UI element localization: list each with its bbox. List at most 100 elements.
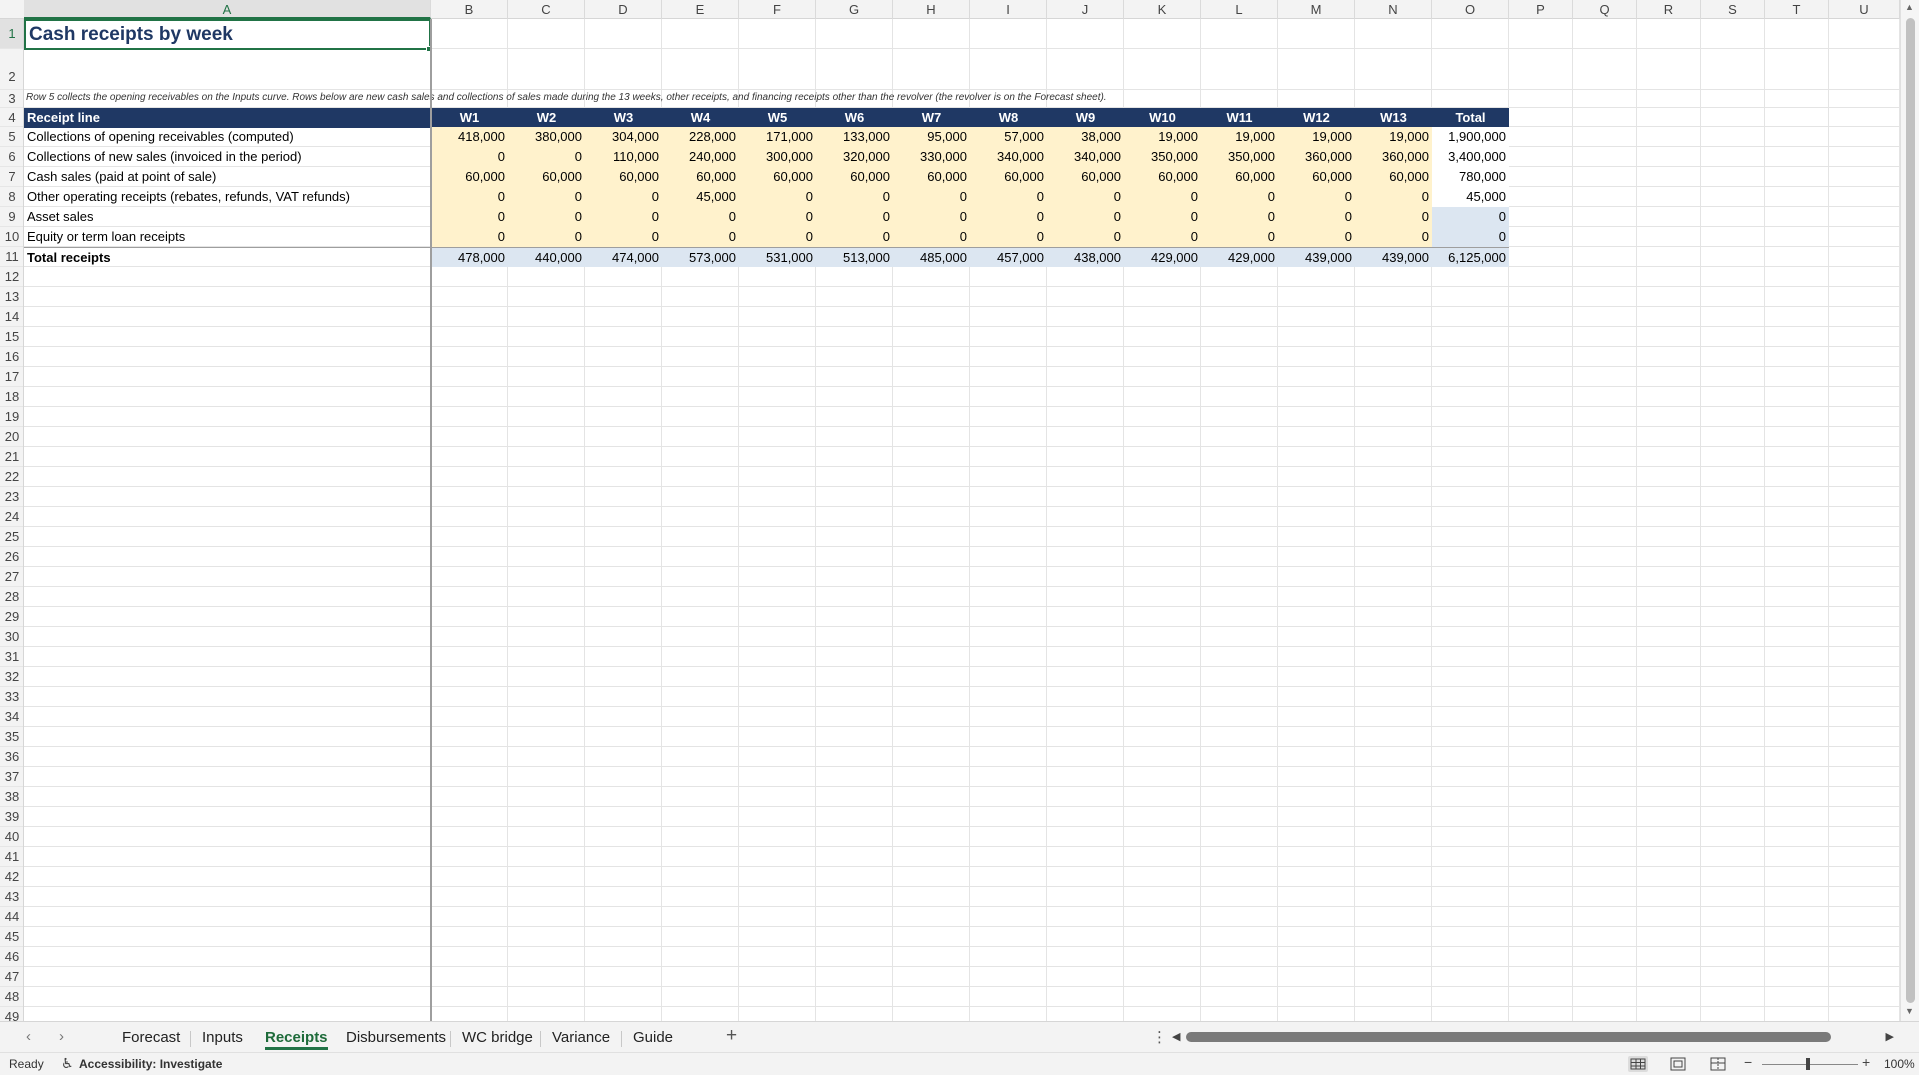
week-value[interactable]: 418,000	[431, 127, 508, 147]
row-total-value[interactable]: 45,000	[1432, 187, 1509, 207]
row-header-36[interactable]: 36	[0, 747, 23, 767]
week-value[interactable]: 0	[1047, 227, 1124, 247]
week-value[interactable]: 0	[508, 187, 585, 207]
header-w3[interactable]: W3	[585, 108, 662, 128]
week-value[interactable]: 0	[893, 207, 970, 227]
row-header-3[interactable]: 3	[0, 90, 23, 108]
week-value[interactable]: 0	[508, 147, 585, 167]
row-header-16[interactable]: 16	[0, 347, 23, 367]
row-header-19[interactable]: 19	[0, 407, 23, 427]
column-header-m[interactable]: M	[1278, 0, 1355, 19]
week-value[interactable]: 0	[893, 187, 970, 207]
row-header-41[interactable]: 41	[0, 847, 23, 867]
scroll-right-icon[interactable]: ▶	[1886, 1030, 1894, 1043]
title-cell[interactable]: Cash receipts by week	[24, 19, 431, 50]
total-receipts-value[interactable]: 429,000	[1124, 247, 1201, 267]
week-value[interactable]: 0	[662, 227, 739, 247]
week-value[interactable]: 0	[970, 187, 1047, 207]
header-receipt-line[interactable]: Receipt line	[24, 108, 431, 128]
week-value[interactable]: 60,000	[1124, 167, 1201, 187]
week-value[interactable]: 0	[1278, 207, 1355, 227]
column-header-q[interactable]: Q	[1573, 0, 1637, 19]
week-value[interactable]: 0	[1201, 187, 1278, 207]
row-header-12[interactable]: 12	[0, 267, 23, 287]
row-header-26[interactable]: 26	[0, 547, 23, 567]
zoom-slider-knob[interactable]	[1806, 1058, 1810, 1070]
accessibility-status[interactable]: Accessibility: Investigate	[79, 1057, 222, 1071]
week-value[interactable]: 240,000	[662, 147, 739, 167]
week-value[interactable]: 0	[508, 227, 585, 247]
week-value[interactable]: 340,000	[970, 147, 1047, 167]
week-value[interactable]: 60,000	[585, 167, 662, 187]
row-header-49[interactable]: 49	[0, 1007, 23, 1021]
week-value[interactable]: 304,000	[585, 127, 662, 147]
total-receipts-value[interactable]: 474,000	[585, 247, 662, 267]
week-value[interactable]: 0	[739, 187, 816, 207]
row-total-value[interactable]: 1,900,000	[1432, 127, 1509, 147]
header-w10[interactable]: W10	[1124, 108, 1201, 128]
week-value[interactable]: 0	[893, 227, 970, 247]
total-receipts-value[interactable]: 513,000	[816, 247, 893, 267]
row-header-43[interactable]: 43	[0, 887, 23, 907]
tab-wc-bridge[interactable]: WC bridge	[452, 1026, 543, 1050]
row-label[interactable]: Collections of opening receivables (comp…	[24, 127, 431, 147]
page-break-view-button[interactable]	[1708, 1056, 1728, 1072]
scroll-down-icon[interactable]: ▼	[1905, 1006, 1914, 1016]
week-value[interactable]: 38,000	[1047, 127, 1124, 147]
row-header-37[interactable]: 37	[0, 767, 23, 787]
row-header-32[interactable]: 32	[0, 667, 23, 687]
column-header-k[interactable]: K	[1124, 0, 1201, 19]
more-options-icon[interactable]: ⋮	[1152, 1028, 1167, 1046]
week-value[interactable]: 60,000	[739, 167, 816, 187]
column-header-b[interactable]: B	[431, 0, 508, 19]
column-header-n[interactable]: N	[1355, 0, 1432, 19]
row-header-38[interactable]: 38	[0, 787, 23, 807]
week-value[interactable]: 0	[816, 187, 893, 207]
row-header-29[interactable]: 29	[0, 607, 23, 627]
week-value[interactable]: 330,000	[893, 147, 970, 167]
week-value[interactable]: 133,000	[816, 127, 893, 147]
row-header-15[interactable]: 15	[0, 327, 23, 347]
week-value[interactable]: 228,000	[662, 127, 739, 147]
row-header-20[interactable]: 20	[0, 427, 23, 447]
week-value[interactable]: 0	[1124, 227, 1201, 247]
week-value[interactable]: 0	[816, 227, 893, 247]
row-header-27[interactable]: 27	[0, 567, 23, 587]
week-value[interactable]: 0	[739, 227, 816, 247]
total-receipts-value[interactable]: 439,000	[1355, 247, 1432, 267]
row-header-28[interactable]: 28	[0, 587, 23, 607]
total-receipts-value[interactable]: 485,000	[893, 247, 970, 267]
row-header-33[interactable]: 33	[0, 687, 23, 707]
week-value[interactable]: 19,000	[1201, 127, 1278, 147]
week-value[interactable]: 380,000	[508, 127, 585, 147]
row-header-44[interactable]: 44	[0, 907, 23, 927]
week-value[interactable]: 0	[1355, 227, 1432, 247]
week-value[interactable]: 300,000	[739, 147, 816, 167]
row-header-6[interactable]: 6	[0, 147, 23, 167]
total-receipts-value[interactable]: 439,000	[1278, 247, 1355, 267]
zoom-in-icon[interactable]: +	[1862, 1054, 1870, 1070]
row-header-40[interactable]: 40	[0, 827, 23, 847]
tab-variance[interactable]: Variance	[542, 1026, 620, 1050]
column-header-f[interactable]: F	[739, 0, 816, 19]
week-value[interactable]: 171,000	[739, 127, 816, 147]
week-value[interactable]: 60,000	[1355, 167, 1432, 187]
week-value[interactable]: 0	[1047, 207, 1124, 227]
week-value[interactable]: 0	[816, 207, 893, 227]
row-header-11[interactable]: 11	[0, 247, 23, 267]
header-w6[interactable]: W6	[816, 108, 893, 128]
week-value[interactable]: 57,000	[970, 127, 1047, 147]
week-value[interactable]: 60,000	[431, 167, 508, 187]
column-header-g[interactable]: G	[816, 0, 893, 19]
week-value[interactable]: 0	[1355, 207, 1432, 227]
vertical-scroll-thumb[interactable]	[1906, 18, 1915, 1003]
row-header-47[interactable]: 47	[0, 967, 23, 987]
header-w1[interactable]: W1	[431, 108, 508, 128]
tab-scroll-right-icon[interactable]: ›	[59, 1028, 64, 1045]
week-value[interactable]: 60,000	[1047, 167, 1124, 187]
week-value[interactable]: 0	[1124, 207, 1201, 227]
row-total-value[interactable]: 0	[1432, 227, 1509, 247]
total-receipts-value[interactable]: 531,000	[739, 247, 816, 267]
row-header-18[interactable]: 18	[0, 387, 23, 407]
week-value[interactable]: 19,000	[1124, 127, 1201, 147]
